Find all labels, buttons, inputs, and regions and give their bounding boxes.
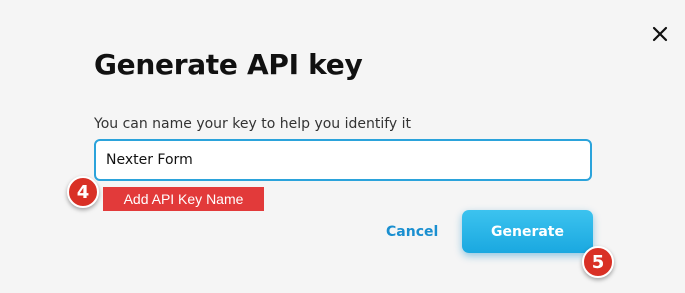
step-4-badge: 4 [67, 176, 99, 208]
key-name-label: You can name your key to help you identi… [94, 116, 412, 132]
step-5-badge: 5 [582, 246, 614, 278]
generate-button[interactable]: Generate [462, 210, 593, 253]
dialog-title: Generate API key [94, 48, 363, 81]
close-icon [652, 26, 668, 42]
generate-api-key-dialog: { "dialog": { "title": "Generate API key… [0, 0, 685, 293]
key-name-input[interactable] [94, 139, 592, 181]
add-api-key-name-callout: Add API Key Name [103, 187, 264, 211]
close-button[interactable] [650, 24, 670, 44]
cancel-button[interactable]: Cancel [376, 220, 448, 244]
